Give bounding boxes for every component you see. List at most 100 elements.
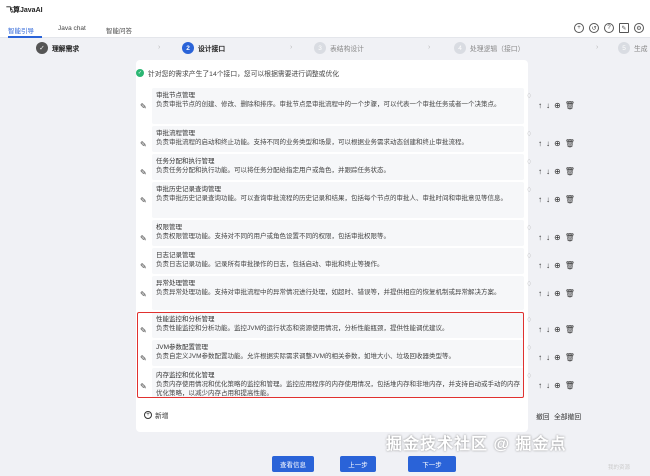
bulb-icon[interactable]: ♢ xyxy=(526,130,532,138)
item-content[interactable]: 异常处理管理 负责异常处理功能。支持对审批流程中的异常情况进行处理，如超时、错误… xyxy=(152,276,524,310)
item-content[interactable]: 任务分配和执行管理 负责任务分配和执行功能。可以将任务分配给指定用户或角色，并跟… xyxy=(152,154,524,180)
add-circle-icon[interactable]: ⊕ xyxy=(554,101,561,110)
edit-icon[interactable]: ✎ xyxy=(140,168,147,177)
arrow-up-icon[interactable]: ↑ xyxy=(538,353,542,362)
add-circle-icon[interactable]: ⊕ xyxy=(554,167,561,176)
help-icon[interactable]: ? xyxy=(604,23,614,33)
arrow-up-icon[interactable]: ↑ xyxy=(538,101,542,110)
add-circle-icon[interactable]: ⊕ xyxy=(554,325,561,334)
bulb-icon[interactable]: ♢ xyxy=(526,344,532,352)
tab-smart-qa[interactable]: 智能问答 xyxy=(106,25,132,35)
trash-icon[interactable]: 🗑 xyxy=(565,325,575,334)
arrow-up-icon[interactable]: ↑ xyxy=(538,289,542,298)
trash-icon[interactable]: 🗑 xyxy=(565,167,575,176)
step-3[interactable]: 3 表结构设计 xyxy=(314,42,364,54)
arrow-down-icon[interactable]: ↓ xyxy=(546,167,550,176)
view-info-button[interactable]: 查看信息 xyxy=(272,456,314,472)
bulb-icon[interactable]: ♢ xyxy=(526,252,532,260)
plus-circle-icon[interactable]: + xyxy=(574,23,584,33)
item-content[interactable]: 审批历史记录查询管理 负责审批历史记录查询功能。可以查询审批流程的历史记录和结果… xyxy=(152,182,524,218)
add-circle-icon[interactable]: ⊕ xyxy=(554,381,561,390)
arrow-up-icon[interactable]: ↑ xyxy=(538,325,542,334)
bulb-icon[interactable]: ♢ xyxy=(526,372,532,380)
trash-icon[interactable]: 🗑 xyxy=(565,261,575,270)
item-desc: 负责任务分配和执行功能。可以将任务分配给指定用户或角色，并跟踪任务状态。 xyxy=(156,167,390,174)
prev-step-button[interactable]: 上一步 xyxy=(340,456,376,472)
arrow-down-icon[interactable]: ↓ xyxy=(546,233,550,242)
edit-icon[interactable]: ✎ xyxy=(140,140,147,149)
arrow-up-icon[interactable]: ↑ xyxy=(538,261,542,270)
arrow-down-icon[interactable]: ↓ xyxy=(546,381,550,390)
arrow-down-icon[interactable]: ↓ xyxy=(546,353,550,362)
arrow-down-icon[interactable]: ↓ xyxy=(546,101,550,110)
bulb-icon[interactable]: ♢ xyxy=(526,316,532,324)
undo-all-button[interactable]: 全部撤回 xyxy=(554,411,581,421)
edit-icon[interactable]: ✎ xyxy=(140,234,147,243)
step-3-label: 表结构设计 xyxy=(330,46,364,53)
step-2[interactable]: 2 设计接口 xyxy=(182,42,225,54)
item-title: 审批流程管理 xyxy=(156,130,195,137)
trash-icon[interactable]: 🗑 xyxy=(565,233,575,242)
item-desc: 负责审批历史记录查询功能。可以查询审批流程的历史记录和结果，包括每个节点的审批人… xyxy=(156,195,507,202)
step-5[interactable]: 5 生成 xyxy=(618,42,648,54)
add-item-button[interactable]: + 新增 xyxy=(144,410,169,420)
add-circle-icon[interactable]: ⊕ xyxy=(554,139,561,148)
arrow-down-icon[interactable]: ↓ xyxy=(546,325,550,334)
plus-circle-icon: + xyxy=(144,411,152,419)
bulb-icon[interactable]: ♢ xyxy=(526,224,532,232)
edit-icon[interactable]: ✎ xyxy=(619,23,629,33)
tab-java-chat[interactable]: Java chat xyxy=(58,25,86,32)
edit-icon[interactable]: ✎ xyxy=(140,102,147,111)
trash-icon[interactable]: 🗑 xyxy=(565,195,575,204)
edit-icon[interactable]: ✎ xyxy=(140,290,147,299)
arrow-up-icon[interactable]: ↑ xyxy=(538,381,542,390)
item-ops: ↑ ↓ ⊕ 🗑 xyxy=(538,101,575,110)
arrow-down-icon[interactable]: ↓ xyxy=(546,261,550,270)
edit-icon[interactable]: ✎ xyxy=(140,196,147,205)
step-1-number: ✓ xyxy=(36,42,48,54)
settings-icon[interactable]: ⚙ xyxy=(634,23,644,33)
item-ops: ↑ ↓ ⊕ 🗑 xyxy=(538,381,575,390)
next-step-button[interactable]: 下一步 xyxy=(408,456,456,472)
arrow-up-icon[interactable]: ↑ xyxy=(538,139,542,148)
bulb-icon[interactable]: ♢ xyxy=(526,158,532,166)
trash-icon[interactable]: 🗑 xyxy=(565,289,575,298)
add-circle-icon[interactable]: ⊕ xyxy=(554,353,561,362)
arrow-up-icon[interactable]: ↑ xyxy=(538,195,542,204)
top-bar: 飞算JavaAI xyxy=(0,0,650,20)
step-1[interactable]: ✓ 理解需求 xyxy=(36,42,79,54)
add-circle-icon[interactable]: ⊕ xyxy=(554,233,561,242)
trash-icon[interactable]: 🗑 xyxy=(565,381,575,390)
arrow-down-icon[interactable]: ↓ xyxy=(546,139,550,148)
item-content[interactable]: 日志记录管理 负责日志记录功能。记录所有审批操作的日志，包括启动、审批和终止等操… xyxy=(152,248,524,274)
bulb-icon[interactable]: ♢ xyxy=(526,280,532,288)
item-content[interactable]: 审批流程管理 负责审批流程的启动和终止功能。支持不同的业务类型和场景，可以根据业… xyxy=(152,126,524,152)
add-circle-icon[interactable]: ⊕ xyxy=(554,289,561,298)
item-content[interactable]: 权限管理 负责权限管理功能。支持对不同的用户或角色设置不同的权限，包括审批权限等… xyxy=(152,220,524,246)
item-ops: ↑ ↓ ⊕ 🗑 xyxy=(538,167,575,176)
add-circle-icon[interactable]: ⊕ xyxy=(554,195,561,204)
arrow-down-icon[interactable]: ↓ xyxy=(546,195,550,204)
step-2-number: 2 xyxy=(182,42,194,54)
arrow-up-icon[interactable]: ↑ xyxy=(538,167,542,176)
step-5-number: 5 xyxy=(618,42,630,54)
chevron-right-icon: › xyxy=(290,44,293,51)
edit-icon[interactable]: ✎ xyxy=(140,262,147,271)
item-desc: 负责日志记录功能。记录所有审批操作的日志，包括启动、审批和终止等操作。 xyxy=(156,261,384,268)
add-circle-icon[interactable]: ⊕ xyxy=(554,261,561,270)
history-icon[interactable]: ↺ xyxy=(589,23,599,33)
item-content[interactable]: 审批节点管理 负责审批节点的创建、修改、删除和排序。审批节点是审批流程中的一个步… xyxy=(152,88,524,124)
trash-icon[interactable]: 🗑 xyxy=(565,101,575,110)
bulb-icon[interactable]: ♢ xyxy=(526,92,532,100)
step-3-number: 3 xyxy=(314,42,326,54)
step-2-label: 设计接口 xyxy=(198,46,226,53)
item-title: 日志记录管理 xyxy=(156,252,195,259)
bulb-icon[interactable]: ♢ xyxy=(526,186,532,194)
undo-button[interactable]: 撤回 xyxy=(536,411,550,421)
arrow-up-icon[interactable]: ↑ xyxy=(538,233,542,242)
tab-smart-guide[interactable]: 智能引导 xyxy=(8,25,34,35)
step-4[interactable]: 4 处理逻辑（接口） xyxy=(454,42,524,54)
trash-icon[interactable]: 🗑 xyxy=(565,353,575,362)
arrow-down-icon[interactable]: ↓ xyxy=(546,289,550,298)
trash-icon[interactable]: 🗑 xyxy=(565,139,575,148)
